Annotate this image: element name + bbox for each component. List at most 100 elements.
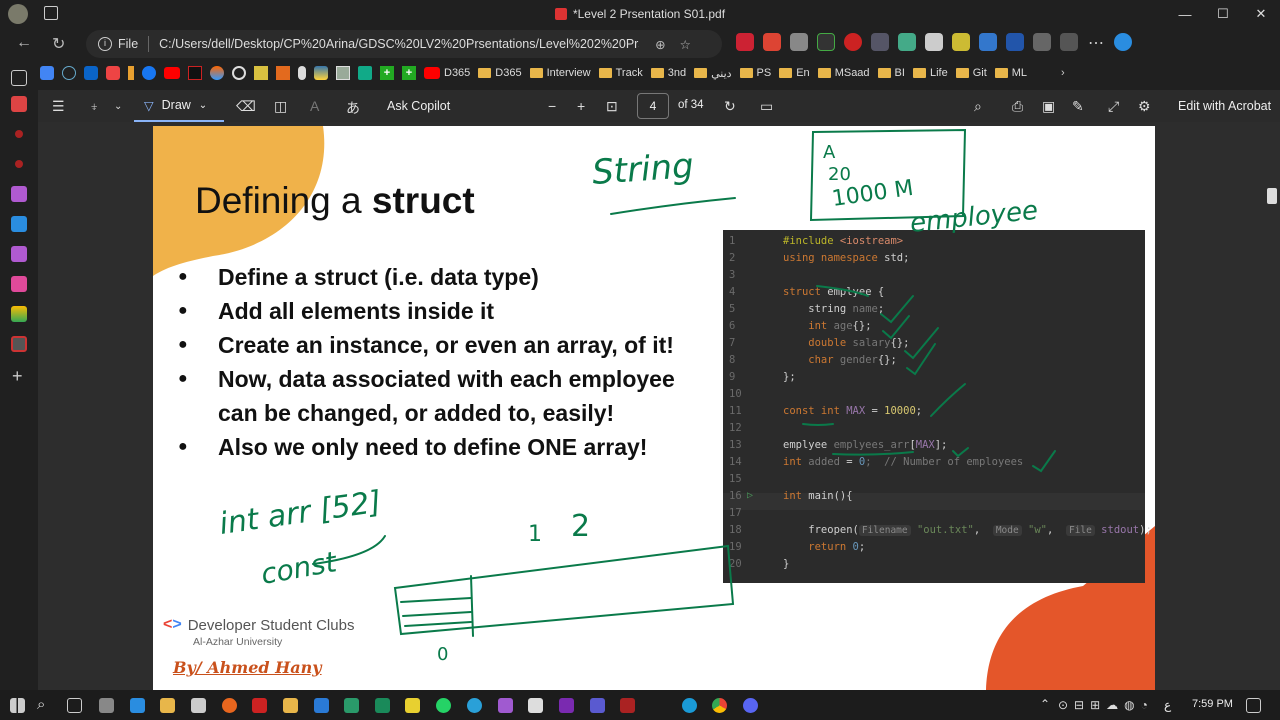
save-icon[interactable]: ▣ bbox=[1042, 98, 1055, 115]
minimize-button[interactable]: — bbox=[1166, 0, 1204, 28]
taskbar-app-icon[interactable] bbox=[130, 698, 145, 713]
ext-blue-icon[interactable] bbox=[979, 33, 997, 51]
chrome-icon[interactable] bbox=[712, 698, 727, 713]
save-as-icon[interactable]: ✎ bbox=[1072, 98, 1084, 115]
chevron-right-icon[interactable]: › bbox=[1061, 67, 1065, 79]
globe-icon[interactable] bbox=[62, 66, 76, 80]
close-button[interactable]: ✕ bbox=[1242, 0, 1280, 28]
clock-time[interactable]: 7:59 PM bbox=[1192, 698, 1233, 710]
maximize-button[interactable]: ☐ bbox=[1204, 0, 1242, 28]
eraser-icon[interactable]: ⌫ bbox=[236, 98, 256, 115]
plus-green-icon[interactable]: + bbox=[380, 66, 394, 80]
plus-green-icon-2[interactable]: + bbox=[402, 66, 416, 80]
ask-copilot-button[interactable]: Ask Copilot bbox=[387, 99, 450, 113]
rotate-icon[interactable]: ↻ bbox=[724, 98, 736, 115]
bookmark-ps[interactable]: PS bbox=[739, 67, 771, 79]
scrollbar-thumb[interactable] bbox=[1267, 188, 1277, 204]
text-box-icon[interactable]: ◫ bbox=[274, 98, 287, 115]
contents-icon[interactable]: ☰ bbox=[52, 98, 65, 115]
play-blue-icon[interactable] bbox=[11, 216, 27, 232]
image2-icon[interactable] bbox=[336, 66, 350, 80]
ext-shield-icon[interactable] bbox=[871, 33, 889, 51]
ext-color-icon[interactable] bbox=[898, 33, 916, 51]
draw-button[interactable]: ▽ Draw ⌄ bbox=[134, 90, 224, 122]
taskbar-app-icon[interactable] bbox=[375, 698, 390, 713]
red-app-icon-2[interactable] bbox=[15, 160, 23, 168]
url-field[interactable]: i File C:/Users/dell/Desktop/CP%20Arina/… bbox=[86, 30, 722, 58]
image-icon[interactable] bbox=[254, 66, 268, 80]
chevron-down-icon[interactable]: ⌄ bbox=[114, 101, 122, 112]
bookmark-d365-video[interactable]: D365 bbox=[424, 67, 470, 79]
gmail-sidebar-icon[interactable] bbox=[11, 96, 27, 112]
python-icon[interactable] bbox=[314, 66, 328, 80]
fullscreen-icon[interactable]: ⤢ bbox=[1108, 98, 1119, 115]
telegram-icon[interactable] bbox=[467, 698, 482, 713]
search-icon[interactable]: ⌕ bbox=[37, 696, 45, 713]
back-icon[interactable]: ← bbox=[16, 34, 32, 52]
refresh-icon[interactable]: ↻ bbox=[52, 34, 65, 54]
bookmark-life[interactable]: Life bbox=[912, 67, 948, 79]
ext-pen-icon[interactable] bbox=[763, 33, 781, 51]
gmail-icon[interactable] bbox=[106, 66, 120, 80]
chevron-up-icon[interactable]: ⌃ bbox=[1040, 697, 1050, 711]
ext-red-icon[interactable] bbox=[736, 33, 754, 51]
discord-icon[interactable] bbox=[743, 698, 758, 713]
copilot-icon[interactable] bbox=[1114, 33, 1132, 51]
outlook-icon[interactable] bbox=[84, 66, 98, 80]
vscode-icon[interactable] bbox=[314, 698, 329, 713]
add-icon[interactable]: + bbox=[12, 366, 23, 387]
red-app-icon[interactable] bbox=[15, 130, 23, 138]
whatsapp-icon[interactable] bbox=[436, 698, 451, 713]
ext-bars-icon[interactable] bbox=[952, 33, 970, 51]
taskbar-app-icon[interactable] bbox=[252, 698, 267, 713]
firefox-icon[interactable] bbox=[222, 698, 237, 713]
teams-icon[interactable] bbox=[590, 698, 605, 713]
highlight-icon[interactable]: ⍖ bbox=[90, 98, 98, 115]
bookmark-3nd[interactable]: 3nd bbox=[650, 67, 686, 79]
play-purple-icon-2[interactable] bbox=[11, 246, 27, 262]
info-icon[interactable]: i bbox=[98, 37, 112, 51]
taskbar-app-icon[interactable] bbox=[405, 698, 420, 713]
task-view-icon[interactable] bbox=[67, 698, 82, 713]
play-purple-icon[interactable] bbox=[11, 186, 27, 202]
taskbar-app-icon[interactable] bbox=[99, 698, 114, 713]
google-icon[interactable] bbox=[40, 66, 54, 80]
bookmark-git[interactable]: Git bbox=[955, 67, 987, 79]
onenote-icon[interactable] bbox=[559, 698, 574, 713]
d-icon[interactable] bbox=[188, 66, 202, 80]
chart-icon[interactable] bbox=[358, 66, 372, 80]
openai-icon[interactable] bbox=[232, 66, 246, 80]
rainbow-icon[interactable] bbox=[210, 66, 224, 80]
run-gutter-icon[interactable]: ▷ bbox=[747, 490, 753, 501]
pin-icon[interactable] bbox=[128, 66, 134, 80]
ext-cloud-icon[interactable] bbox=[925, 33, 943, 51]
youtube-icon[interactable] bbox=[164, 67, 180, 79]
settings-gear-icon[interactable]: ⚙ bbox=[1138, 98, 1151, 115]
bookmark-bi[interactable]: BI bbox=[877, 67, 905, 79]
file-explorer-icon[interactable] bbox=[160, 698, 175, 713]
url-text[interactable]: C:/Users/dell/Desktop/CP%20Arina/GDSC%20… bbox=[159, 37, 639, 51]
edge-icon[interactable] bbox=[682, 698, 697, 713]
bookmark-d365[interactable]: D365 bbox=[478, 67, 522, 79]
fit-page-icon[interactable]: ⊡ bbox=[606, 98, 618, 115]
page-number-input[interactable]: 4 bbox=[637, 93, 669, 119]
translate-icon[interactable]: あ bbox=[346, 98, 360, 118]
keyboard-language[interactable]: ع bbox=[1164, 698, 1171, 712]
bookmark-msaad[interactable]: MSaad bbox=[817, 67, 870, 79]
zoom-out-button[interactable]: − bbox=[548, 98, 556, 114]
taskbar-app-icon[interactable] bbox=[344, 698, 359, 713]
bookmark-ml[interactable]: ML bbox=[994, 67, 1027, 79]
taskbar-app-icon[interactable] bbox=[191, 698, 206, 713]
bookmark-deeni[interactable]: ديني bbox=[694, 67, 732, 80]
bookmark-en[interactable]: En bbox=[779, 67, 810, 79]
facebook-icon[interactable] bbox=[142, 66, 156, 80]
extensions-icon[interactable] bbox=[1033, 33, 1051, 51]
search-icon[interactable]: ⌕ bbox=[974, 98, 982, 115]
page-view-icon[interactable]: ▭ bbox=[760, 98, 773, 115]
taskbar-app-icon[interactable] bbox=[498, 698, 513, 713]
favorite-star-icon[interactable]: ☆ bbox=[680, 37, 691, 52]
tray-icons[interactable]: ⊙⊟⊞☁◍◔ bbox=[1058, 698, 1154, 712]
taskbar-app-icon[interactable] bbox=[620, 698, 635, 713]
ext-q-icon[interactable] bbox=[1006, 33, 1024, 51]
ext-camera-icon[interactable] bbox=[790, 33, 808, 51]
